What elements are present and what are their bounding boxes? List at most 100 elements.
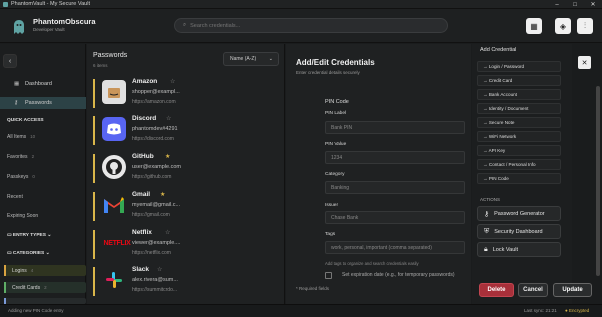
chevron-down-icon: ⌄ bbox=[47, 233, 52, 238]
folder-icon: ▭ bbox=[7, 251, 12, 256]
menu-item-bank-account[interactable]: → Bank Account bbox=[477, 89, 561, 100]
category-field[interactable]: Banking bbox=[325, 181, 465, 194]
quick-access-heading: QUICK ACCESS bbox=[7, 118, 44, 123]
entry-url[interactable]: https://github.com bbox=[132, 174, 171, 180]
top-header: PhantomObscura Developer Vault ⌕ ▦ ◈ ⫶ bbox=[0, 9, 602, 43]
list-item[interactable]: Discord ☆ phantomdev#4291 https://discor… bbox=[93, 114, 279, 147]
entry-url[interactable]: https://gmail.com bbox=[132, 212, 170, 218]
category-logins[interactable]: Logins 4 bbox=[4, 265, 86, 276]
categories-toggle[interactable]: ▭ CATEGORIES ⌄ bbox=[7, 251, 50, 256]
menu-item-contact[interactable]: → Contact / Personal Info bbox=[477, 159, 561, 170]
entry-username: phantomdev#4291 bbox=[132, 126, 178, 132]
sidebar-item-passwords[interactable]: ⚷ Passwords bbox=[0, 97, 86, 109]
sidebar-item-recent[interactable]: Recent bbox=[7, 194, 23, 200]
category-color-bar bbox=[4, 282, 6, 293]
sort-select[interactable]: Name (A-Z) ⌄ bbox=[223, 52, 279, 66]
tags-help-text: Add tags to organize and search credenti… bbox=[325, 261, 419, 266]
sidebar-item-dashboard[interactable]: ▦ Dashboard bbox=[0, 78, 86, 90]
maximize-button[interactable]: □ bbox=[566, 0, 584, 9]
entry-types-label: ENTRY TYPES bbox=[12, 233, 46, 238]
slack-icon bbox=[102, 268, 126, 292]
entry-url[interactable]: https://netflix.com bbox=[132, 250, 171, 256]
star-icon[interactable]: ☆ bbox=[165, 229, 170, 236]
entry-url[interactable]: https://summitcrdo... bbox=[132, 287, 177, 293]
password-generator-button[interactable]: ⚷ Password Generator bbox=[477, 206, 561, 221]
star-icon[interactable]: ★ bbox=[165, 153, 170, 160]
lock-icon: ● bbox=[565, 308, 568, 313]
layers-icon[interactable]: ◈ bbox=[555, 18, 571, 34]
encrypted-badge: ● Encrypted bbox=[565, 308, 589, 313]
window-titlebar: PhantomVault - My Secure Vault bbox=[0, 0, 602, 9]
search-input[interactable] bbox=[190, 22, 431, 29]
issuer-field[interactable]: Chase Bank bbox=[325, 211, 465, 224]
lock-vault-button[interactable]: 🔒︎ Lock Vault bbox=[477, 242, 561, 257]
last-sync: Last sync: 21:21 bbox=[524, 308, 557, 313]
star-icon[interactable]: ★ bbox=[160, 191, 165, 198]
category-credit-cards[interactable]: Credit Cards 2 bbox=[4, 282, 86, 293]
settings-sliders-icon[interactable]: ⫶ bbox=[577, 18, 593, 34]
update-button[interactable]: Update bbox=[553, 283, 592, 297]
category-label: Logins bbox=[12, 267, 27, 274]
category-label: Category bbox=[325, 172, 345, 177]
required-note: * Required fields bbox=[296, 286, 330, 291]
key-icon: ⚷ bbox=[484, 210, 490, 218]
pin-label-field[interactable]: Bank PIN bbox=[325, 121, 465, 134]
list-item[interactable]: Gmail ★ myemail@gmail.c... https://gmail… bbox=[93, 190, 279, 223]
pin-value-label: PIN Value bbox=[325, 142, 347, 147]
menu-item-login[interactable]: → Login / Password bbox=[477, 61, 561, 72]
list-item[interactable]: NETFLIX Netflix ☆ viewer@example.... htt… bbox=[93, 228, 279, 261]
menu-item-api-key[interactable]: → API Key bbox=[477, 145, 561, 156]
sidebar-item-passkeys[interactable]: Passkeys 0 bbox=[7, 174, 35, 180]
chevron-down-icon: ⌄ bbox=[268, 56, 273, 62]
menu-item-credit-card[interactable]: → Credit Card bbox=[477, 75, 561, 86]
entry-accent-bar bbox=[93, 230, 95, 259]
expiry-checkbox[interactable] bbox=[325, 272, 332, 279]
entry-username: myemail@gmail.c... bbox=[132, 202, 181, 208]
sidebar-back-button[interactable]: ‹ bbox=[3, 54, 17, 68]
expiry-checkbox-label: Set expiration date (e.g., for temporary… bbox=[342, 272, 455, 278]
list-item[interactable]: GitHub ★ user@example.com https://github… bbox=[93, 152, 279, 185]
pin-value-field[interactable]: 1234 bbox=[325, 151, 465, 164]
folder-icon: ▭ bbox=[7, 233, 12, 238]
entry-username: user@example.com bbox=[132, 164, 181, 170]
menu-item-identity[interactable]: → Identity / Document bbox=[477, 103, 561, 114]
entry-types-toggle[interactable]: ▭ ENTRY TYPES ⌄ bbox=[7, 233, 51, 238]
list-item[interactable]: Amazon ☆ shopper@exampl... https://amazo… bbox=[93, 77, 279, 110]
key-icon: ⚷ bbox=[14, 100, 19, 106]
status-bar: Adding new PIN Code entry Last sync: 21:… bbox=[0, 304, 602, 317]
action-label: Security Dashboard bbox=[494, 228, 543, 235]
tags-field[interactable]: work, personal, important (comma separat… bbox=[325, 241, 465, 254]
grid-icon: ▦ bbox=[14, 81, 20, 87]
status-message: Adding new PIN Code entry bbox=[8, 308, 64, 313]
star-icon[interactable]: ☆ bbox=[166, 115, 171, 122]
minimize-button[interactable]: – bbox=[548, 0, 566, 9]
sidebar-item-favorites[interactable]: Favorites 2 bbox=[7, 154, 34, 160]
entry-url[interactable]: https://amazon.com bbox=[132, 99, 176, 105]
sidebar-item-all-items[interactable]: All Items 10 bbox=[7, 134, 35, 140]
close-editor-button[interactable]: ✕ bbox=[578, 56, 591, 69]
cancel-button[interactable]: Cancel bbox=[518, 283, 548, 297]
github-icon bbox=[102, 155, 126, 179]
star-icon[interactable]: ☆ bbox=[157, 266, 162, 273]
security-dashboard-button[interactable]: ⛨ Security Dashboard bbox=[477, 224, 561, 239]
entry-name: GitHub bbox=[132, 153, 154, 160]
entry-accent-bar bbox=[93, 267, 95, 296]
grid-view-icon[interactable]: ▦ bbox=[526, 18, 542, 34]
lock-icon: 🔒︎ bbox=[484, 245, 488, 253]
entry-username: viewer@example.... bbox=[132, 240, 181, 246]
action-label: Lock Vault bbox=[492, 246, 519, 253]
sidebar-item-expiring[interactable]: Expiring Soon bbox=[7, 213, 38, 219]
menu-item-secure-note[interactable]: → Secure Note bbox=[477, 117, 561, 128]
scrollbar[interactable] bbox=[596, 86, 600, 276]
star-icon[interactable]: ☆ bbox=[170, 78, 175, 85]
search-box[interactable]: ⌕ bbox=[174, 18, 448, 33]
item-count: 4 bbox=[30, 268, 34, 273]
entry-url[interactable]: https://discord.com bbox=[132, 136, 174, 142]
sidebar-item-label: All Items bbox=[7, 134, 27, 140]
menu-item-pin-code[interactable]: → PIN Code bbox=[477, 173, 561, 184]
delete-button[interactable]: Delete bbox=[479, 283, 514, 297]
list-item[interactable]: Slack ☆ alex.rivera@sum... https://summi… bbox=[93, 265, 279, 298]
entry-username: shopper@exampl... bbox=[132, 89, 180, 95]
window-close-button[interactable]: ✕ bbox=[584, 0, 602, 9]
menu-item-wifi[interactable]: → WiFi Network bbox=[477, 131, 561, 142]
